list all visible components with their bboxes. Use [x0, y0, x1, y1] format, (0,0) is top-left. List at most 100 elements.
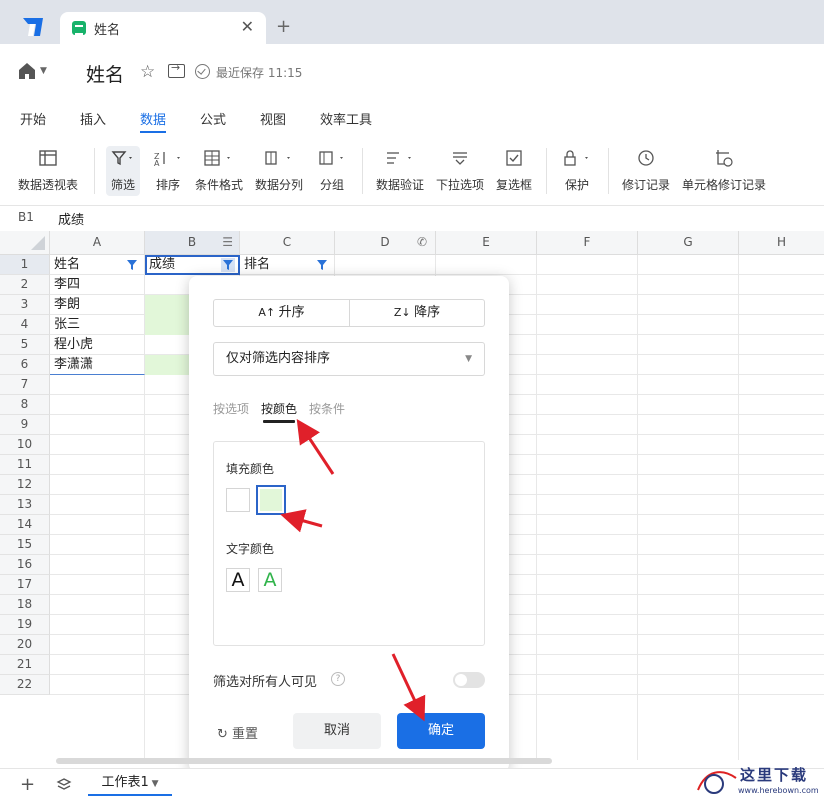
cell-c1[interactable]: 排名	[240, 255, 335, 275]
column-header-h[interactable]: H	[739, 231, 824, 255]
cell-revision-button[interactable]: 单元格修订记录	[680, 146, 768, 198]
row-header[interactable]: 15	[0, 535, 50, 555]
row-header[interactable]: 9	[0, 415, 50, 435]
cell-a5[interactable]: 程小虎	[50, 335, 145, 355]
row-header[interactable]: 12	[0, 475, 50, 495]
select-all-corner[interactable]	[0, 231, 50, 255]
green-filled-cell[interactable]	[145, 355, 189, 375]
row-header[interactable]: 20	[0, 635, 50, 655]
filter-tab-options[interactable]: 按选项	[213, 400, 249, 417]
row-header[interactable]: 5	[0, 335, 50, 355]
new-tab-icon[interactable]: +	[276, 16, 291, 37]
svg-text:A: A	[154, 159, 160, 166]
row-header[interactable]: 6	[0, 355, 50, 375]
text-color-swatch-black[interactable]: A	[226, 568, 250, 592]
sort-button-group: A↑ 升序 Z↓ 降序	[213, 299, 485, 327]
sheet-tab[interactable]: 工作表1 ▼	[88, 770, 172, 796]
split-column-button[interactable]: 数据分列	[252, 146, 306, 198]
menu-tab-data[interactable]: 数据	[140, 109, 166, 128]
pivot-table-icon	[16, 146, 80, 170]
sheet-list-icon[interactable]	[56, 777, 72, 793]
row-header[interactable]: 18	[0, 595, 50, 615]
cancel-button[interactable]: 取消	[293, 713, 381, 749]
help-icon[interactable]: ?	[331, 672, 345, 686]
row-header[interactable]: 17	[0, 575, 50, 595]
column-header-b[interactable]: B ☰	[145, 231, 240, 255]
pivot-table-button[interactable]: 数据透视表	[16, 146, 80, 198]
formula-bar	[0, 205, 824, 231]
home-icon[interactable]	[18, 62, 36, 80]
sort-scope-select[interactable]: 仅对筛选内容排序 ▼	[213, 342, 485, 376]
row-header[interactable]: 4	[0, 315, 50, 335]
dropdown-options-button[interactable]: 下拉选项	[434, 146, 486, 198]
row-header[interactable]: 10	[0, 435, 50, 455]
reset-button[interactable]: ↻ 重置	[217, 723, 258, 742]
sort-button[interactable]: ZA 排序	[150, 146, 186, 198]
cell-a6[interactable]: 李潇潇	[50, 355, 145, 375]
cell-b1[interactable]: 成绩	[145, 255, 240, 275]
confirm-button[interactable]: 确定	[397, 713, 485, 749]
cell-a4[interactable]: 张三	[50, 315, 145, 335]
fill-color-swatch-green-selected[interactable]	[256, 485, 286, 515]
menu-tab-insert[interactable]: 插入	[80, 109, 106, 128]
row-header[interactable]: 16	[0, 555, 50, 575]
filter-button[interactable]: 筛选	[105, 146, 141, 198]
visible-to-all-toggle[interactable]	[453, 672, 485, 688]
column-header-e[interactable]: E	[436, 231, 537, 255]
protect-button[interactable]: 保护	[558, 146, 596, 198]
sort-ascending-button[interactable]: A↑ 升序	[214, 300, 350, 326]
row-header[interactable]: 1	[0, 255, 50, 275]
row-header[interactable]: 2	[0, 275, 50, 295]
filter-tab-color[interactable]: 按颜色	[261, 400, 297, 417]
fill-color-swatch-white[interactable]	[226, 488, 250, 512]
column-header-g[interactable]: G	[638, 231, 739, 255]
data-validation-label: 数据验证	[375, 178, 424, 192]
text-color-swatch-green[interactable]: A	[258, 568, 282, 592]
menu-tab-view[interactable]: 视图	[260, 109, 286, 128]
row-header[interactable]: 13	[0, 495, 50, 515]
app-logo-icon[interactable]	[20, 14, 46, 40]
row-header[interactable]: 3	[0, 295, 50, 315]
move-to-folder-icon[interactable]	[168, 61, 185, 78]
row-header[interactable]: 19	[0, 615, 50, 635]
cell-a1[interactable]: 姓名	[50, 255, 145, 275]
row-header[interactable]: 14	[0, 515, 50, 535]
sort-desc-icon: Z↓	[393, 306, 415, 319]
column-header-a[interactable]: A	[50, 231, 145, 255]
filter-tab-condition[interactable]: 按条件	[309, 400, 345, 417]
document-tab[interactable]: 姓名 ✕	[60, 12, 266, 44]
close-tab-icon[interactable]: ✕	[241, 17, 254, 36]
sort-descending-button[interactable]: Z↓ 降序	[350, 300, 484, 326]
column-header-c[interactable]: C	[240, 231, 335, 255]
star-icon[interactable]: ☆	[140, 62, 155, 82]
row-header[interactable]: 21	[0, 655, 50, 675]
data-validation-button[interactable]: 数据验证	[372, 146, 428, 198]
menu-tab-formula[interactable]: 公式	[200, 109, 226, 128]
document-title[interactable]: 姓名	[86, 60, 124, 87]
column-filter-icon[interactable]: ☰	[222, 231, 233, 254]
green-filled-cell[interactable]	[145, 295, 189, 335]
cell-a3[interactable]: 李朗	[50, 295, 145, 315]
formula-input[interactable]: 成绩	[58, 209, 84, 228]
filter-icon[interactable]	[316, 259, 328, 271]
row-header[interactable]: 22	[0, 675, 50, 695]
filter-active-icon[interactable]	[221, 258, 235, 272]
menu-tab-efficiency[interactable]: 效率工具	[320, 109, 372, 128]
conditional-format-button[interactable]: 条件格式	[192, 146, 246, 198]
group-button[interactable]: 分组	[312, 146, 352, 198]
column-header-d[interactable]: D ✆	[335, 231, 436, 255]
chevron-down-icon[interactable]: ▼	[40, 66, 47, 76]
horizontal-scrollbar[interactable]	[56, 758, 552, 764]
column-header-f[interactable]: F	[537, 231, 638, 255]
menu-tab-start[interactable]: 开始	[20, 109, 46, 128]
cell-a2[interactable]: 李四	[50, 275, 145, 295]
add-sheet-icon[interactable]: +	[20, 774, 35, 795]
filter-icon[interactable]	[126, 259, 138, 271]
cell-reference[interactable]: B1	[18, 210, 34, 224]
row-header[interactable]: 7	[0, 375, 50, 395]
revision-history-button[interactable]: 修订记录	[620, 146, 672, 198]
row-header[interactable]: 11	[0, 455, 50, 475]
checkbox-button[interactable]: 复选框	[494, 146, 534, 198]
save-status: 最近保存 11:15	[216, 66, 303, 80]
row-header[interactable]: 8	[0, 395, 50, 415]
